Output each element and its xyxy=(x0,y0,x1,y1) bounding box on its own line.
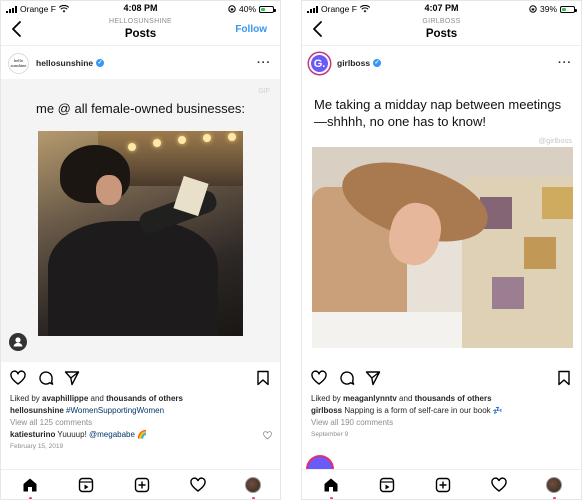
comment-icon[interactable] xyxy=(339,370,355,386)
reels-icon[interactable] xyxy=(78,477,94,493)
post-date: September 9 xyxy=(311,431,349,438)
comment-text: Yuuuup! xyxy=(55,430,90,439)
comment-line: katiesturino Yuuuup! @megababe 🌈 xyxy=(10,429,272,441)
username-text[interactable]: girlboss xyxy=(337,58,370,68)
battery-icon xyxy=(259,5,276,13)
caption-line: girlboss Napping is a form of self-care … xyxy=(311,405,573,417)
comment-icon[interactable] xyxy=(38,370,54,386)
more-options-icon[interactable]: ··· xyxy=(558,57,572,69)
liker-username[interactable]: meaganlynntv xyxy=(343,394,397,403)
commenter-username[interactable]: katiesturino xyxy=(10,430,55,439)
bottom-tab-bar xyxy=(1,469,280,499)
zzz-emoji: 💤 xyxy=(492,406,503,415)
home-icon[interactable] xyxy=(323,477,339,493)
activity-heart-icon[interactable] xyxy=(491,477,507,493)
likes-and: and xyxy=(88,394,107,403)
bookmark-icon[interactable] xyxy=(556,370,572,386)
orientation-lock-icon xyxy=(228,5,236,13)
verified-icon: ✓ xyxy=(373,59,382,67)
status-bar: Orange F 4:08 PM 40% xyxy=(1,1,280,15)
post-actions xyxy=(1,370,280,388)
nav-header: HELLOSUNSHINE Posts Follow xyxy=(1,15,280,45)
heart-icon[interactable] xyxy=(10,370,26,386)
reels-icon[interactable] xyxy=(379,477,395,493)
orientation-lock-icon xyxy=(529,5,537,13)
caption-hashtag[interactable]: #WomenSupportingWomen xyxy=(66,406,164,415)
likes-others-link[interactable]: thousands of others xyxy=(415,394,492,403)
likes-others-link[interactable]: thousands of others xyxy=(106,394,183,403)
share-icon[interactable] xyxy=(365,370,381,386)
gif-image xyxy=(38,131,243,336)
profile-avatar-icon[interactable] xyxy=(546,477,562,493)
profile-avatar-icon[interactable] xyxy=(245,477,261,493)
bookmark-icon[interactable] xyxy=(255,370,271,386)
verified-icon: ✓ xyxy=(96,59,105,67)
post-header: G. girlboss ✓ ··· xyxy=(302,45,581,79)
home-icon[interactable] xyxy=(22,477,38,493)
more-options-icon[interactable]: ··· xyxy=(257,57,271,69)
phone-screen-right: Orange F 4:07 PM 39% GIRLBOSS Posts G. g… xyxy=(301,0,582,500)
battery-percent: 39% xyxy=(539,4,557,14)
liker-username[interactable]: avaphillippe xyxy=(42,394,88,403)
status-right: 40% xyxy=(228,4,276,14)
share-icon[interactable] xyxy=(64,370,80,386)
activity-heart-icon[interactable] xyxy=(190,477,206,493)
post-text: Liked by avaphillippe and thousands of o… xyxy=(10,393,272,453)
bottom-tab-bar xyxy=(302,469,581,499)
likes-line: Liked by meaganlynntv and thousands of o… xyxy=(311,393,573,405)
view-comments-link[interactable]: View all 125 comments xyxy=(10,417,272,429)
post-username[interactable]: hellosunshine ✓ xyxy=(36,58,105,68)
new-post-icon[interactable] xyxy=(134,477,150,493)
battery-icon xyxy=(560,5,577,13)
page-title: Posts xyxy=(425,28,458,40)
phone-screen-left: Orange F 4:08 PM 40% HELLOSUNSHINE Posts… xyxy=(0,0,281,500)
image-watermark: @girlboss xyxy=(538,136,572,145)
new-post-icon[interactable] xyxy=(435,477,451,493)
comment-heart-icon[interactable] xyxy=(263,431,272,440)
nap-photo xyxy=(312,147,573,348)
heart-icon[interactable] xyxy=(311,370,327,386)
post-header: hello sunshine hellosunshine ✓ ··· xyxy=(1,45,280,79)
caption-line: hellosunshine #WomenSupportingWomen xyxy=(10,405,272,417)
likes-and: and xyxy=(396,394,415,403)
caption-username[interactable]: hellosunshine xyxy=(10,406,64,415)
avatar[interactable]: G. xyxy=(309,53,330,74)
rainbow-emoji: 🌈 xyxy=(137,430,148,439)
gif-watermark: GIF xyxy=(258,88,270,95)
battery-percent: 40% xyxy=(238,4,256,14)
image-caption: me @ all female-owned businesses: xyxy=(35,101,245,116)
tagged-users-icon[interactable] xyxy=(9,333,27,351)
post-date: February 15, 2019 xyxy=(10,443,64,450)
account-handle: GIRLBOSS xyxy=(422,18,461,25)
likes-prefix: Liked by xyxy=(311,394,344,403)
status-right: 39% xyxy=(529,4,577,14)
post-actions xyxy=(302,370,581,388)
likes-prefix: Liked by xyxy=(10,394,43,403)
image-caption: Me taking a midday nap between meetings—… xyxy=(314,97,562,129)
post-text: Liked by meaganlynntv and thousands of o… xyxy=(311,393,573,441)
caption-username[interactable]: girlboss xyxy=(311,406,342,415)
avatar[interactable]: hello sunshine xyxy=(8,53,29,74)
post-username[interactable]: girlboss ✓ xyxy=(337,58,382,68)
status-bar: Orange F 4:07 PM 39% xyxy=(302,1,581,15)
view-comments-link[interactable]: View all 190 comments xyxy=(311,417,573,429)
caption-text: Napping is a form of self-care in our bo… xyxy=(342,406,493,415)
post-image[interactable]: GIF me @ all female-owned businesses: xyxy=(1,79,280,362)
likes-line: Liked by avaphillippe and thousands of o… xyxy=(10,393,272,405)
follow-button[interactable]: Follow xyxy=(235,24,267,35)
post-image[interactable]: Me taking a midday nap between meetings—… xyxy=(302,79,581,362)
username-text[interactable]: hellosunshine xyxy=(36,58,93,68)
comment-mention[interactable]: @megababe xyxy=(89,430,135,439)
nav-header: GIRLBOSS Posts xyxy=(302,15,581,45)
